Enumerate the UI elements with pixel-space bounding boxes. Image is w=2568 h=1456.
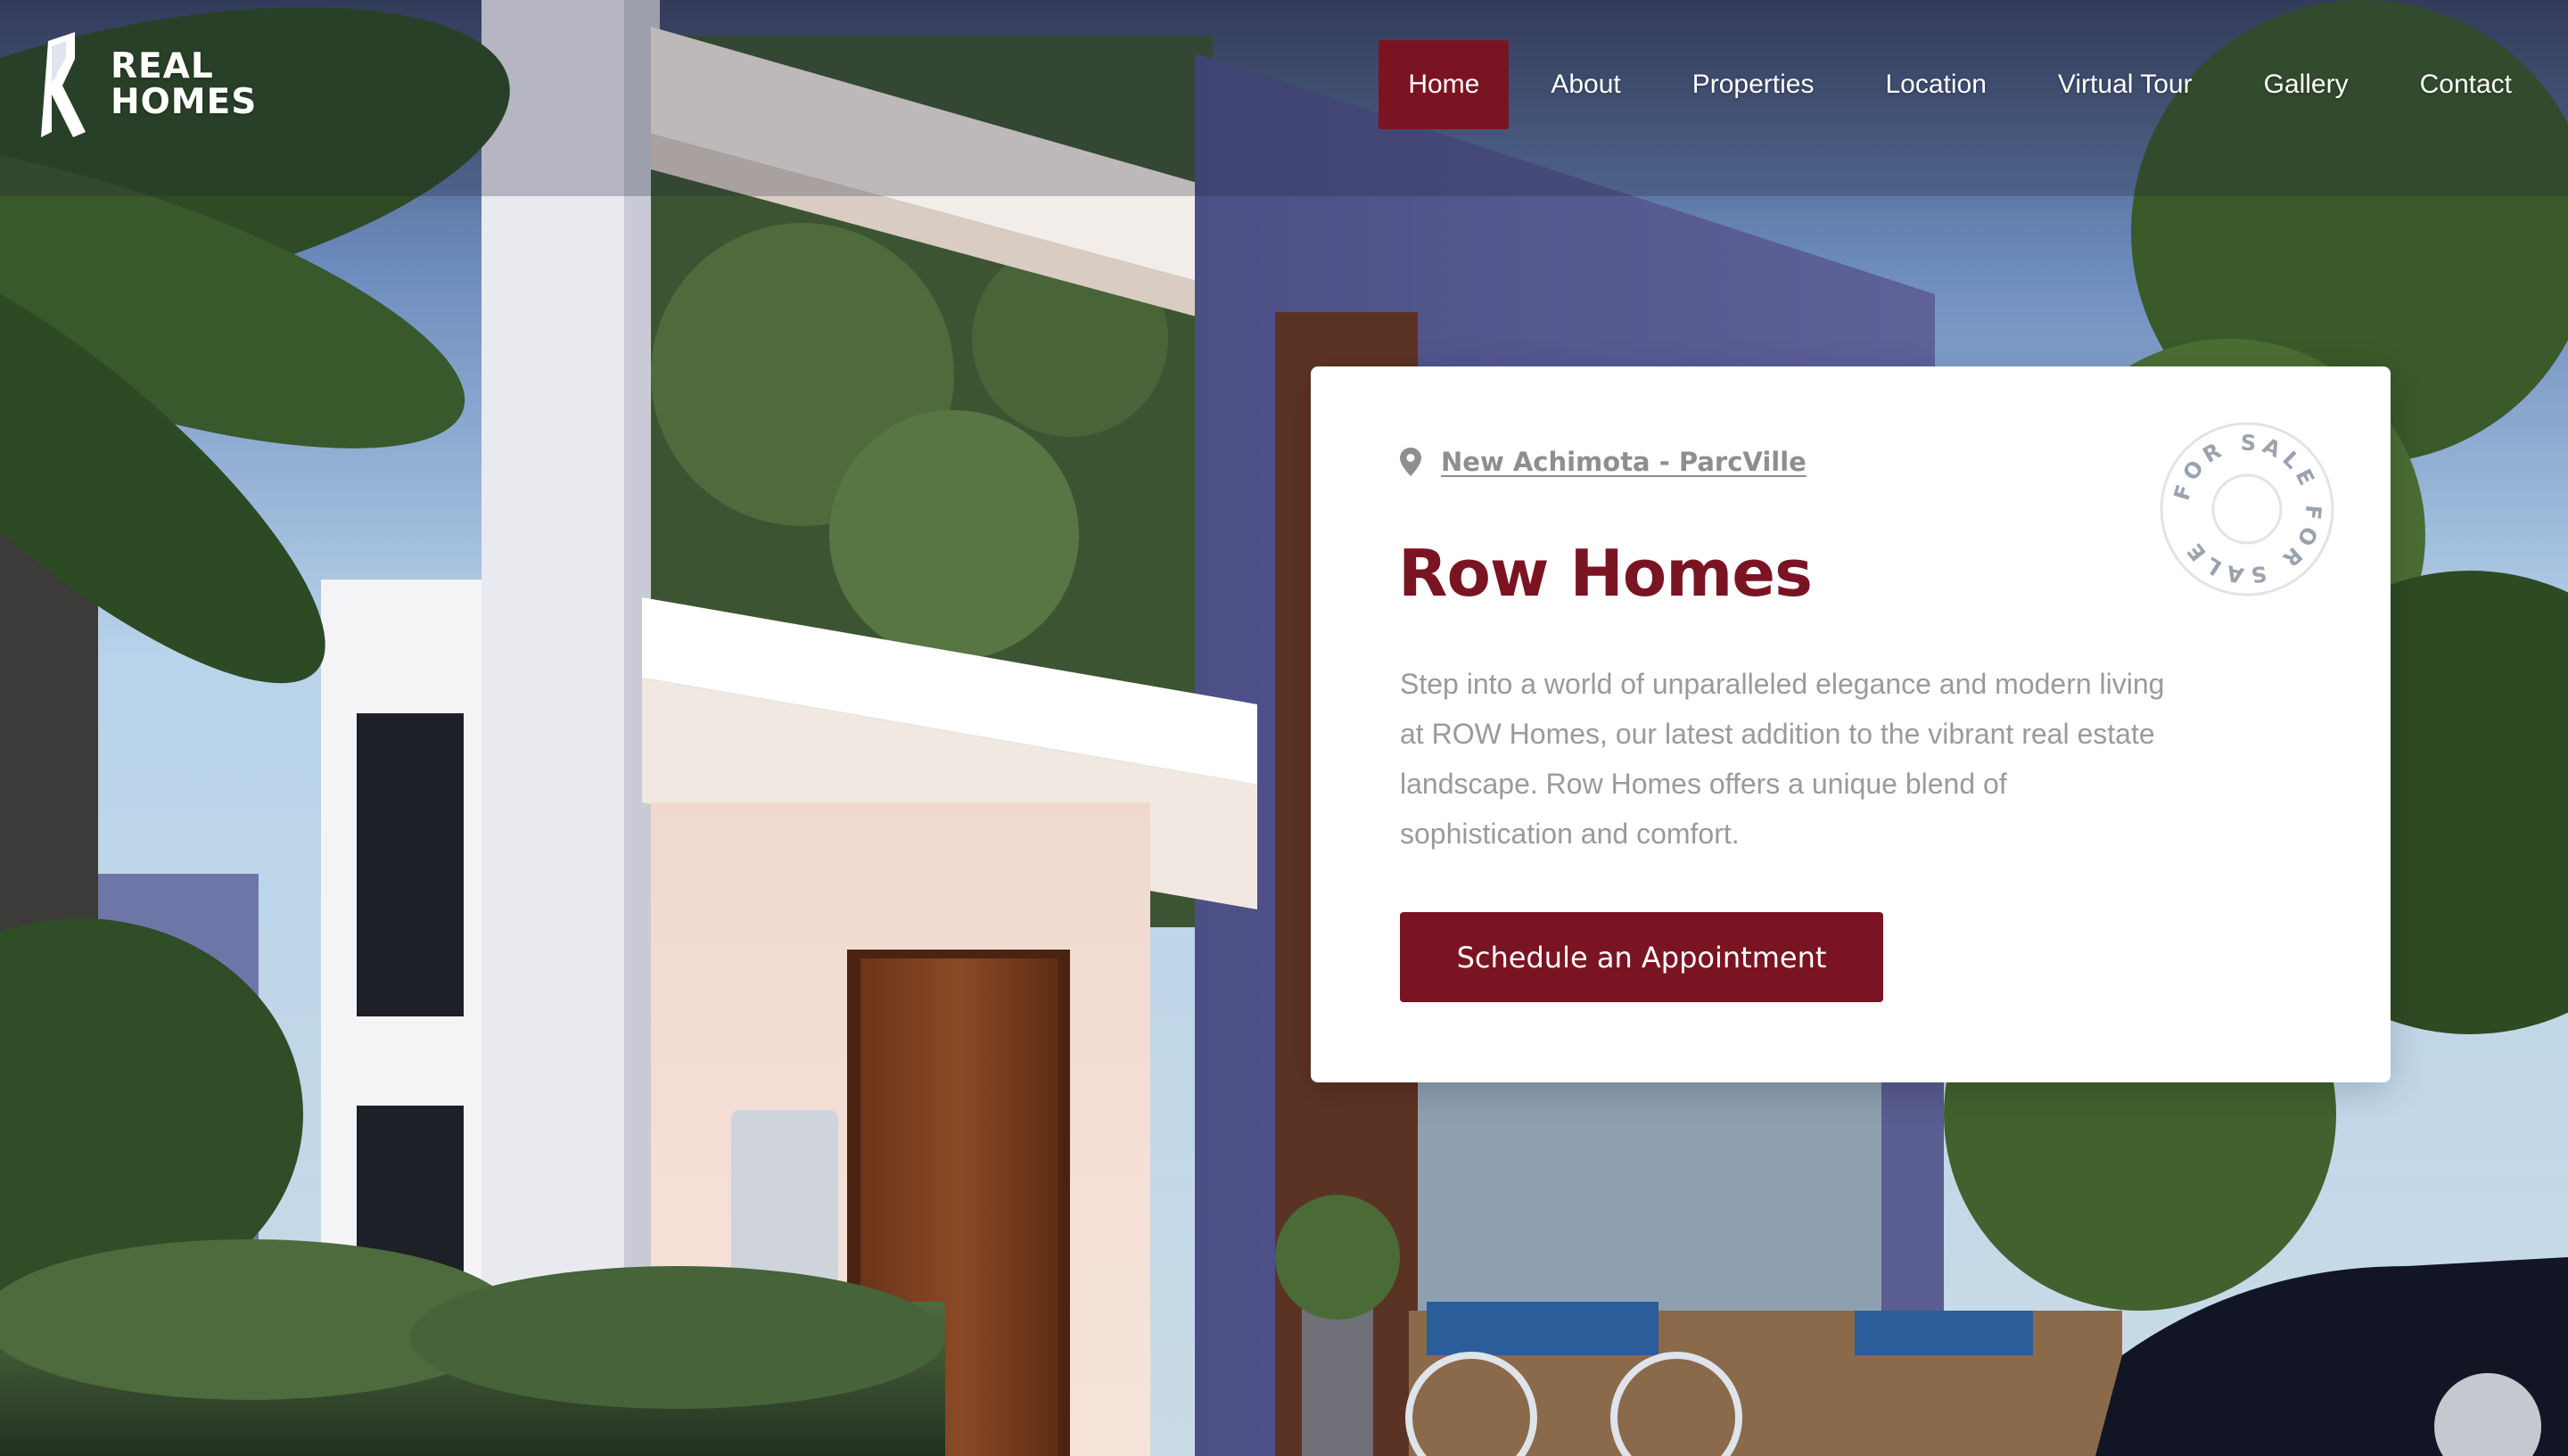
property-description: Step into a world of unparalleled elegan…	[1400, 668, 2165, 850]
property-title: Row Homes	[1398, 536, 1813, 611]
map-pin-icon	[1400, 448, 1421, 476]
main-nav: Home About Properties Location Virtual T…	[1379, 40, 2568, 129]
nav-location[interactable]: Location	[1856, 40, 2015, 129]
badge-text: FOR SALE FOR SALE	[2169, 430, 2321, 588]
brand-line-2: HOMES	[111, 82, 258, 122]
for-sale-badge-icon: FOR SALE FOR SALE	[2160, 422, 2334, 596]
nav-virtual-tour[interactable]: Virtual Tour	[2029, 40, 2222, 129]
real-homes-logo-icon	[41, 32, 86, 137]
property-card: New Achimota - ParcVille Row Homes Step …	[1311, 366, 2391, 1082]
nav-properties[interactable]: Properties	[1663, 40, 1844, 129]
property-location: New Achimota - ParcVille	[1400, 447, 1807, 477]
nav-about[interactable]: About	[1521, 40, 1650, 129]
svg-text:FOR SALE FOR SALE: FOR SALE FOR SALE	[2169, 430, 2326, 588]
page: REAL HOMES Home About Properties Locatio…	[0, 0, 2568, 1456]
nav-gallery[interactable]: Gallery	[2235, 40, 2378, 129]
nav-home[interactable]: Home	[1379, 40, 1510, 129]
brand-logo[interactable]: REAL HOMES	[39, 32, 257, 137]
brand-line-1: REAL	[111, 46, 214, 86]
location-link[interactable]: New Achimota - ParcVille	[1441, 447, 1807, 477]
brand-wordmark: REAL HOMES	[111, 49, 257, 120]
nav-contact[interactable]: Contact	[2391, 40, 2541, 129]
schedule-appointment-button[interactable]: Schedule an Appointment	[1400, 912, 1883, 1002]
